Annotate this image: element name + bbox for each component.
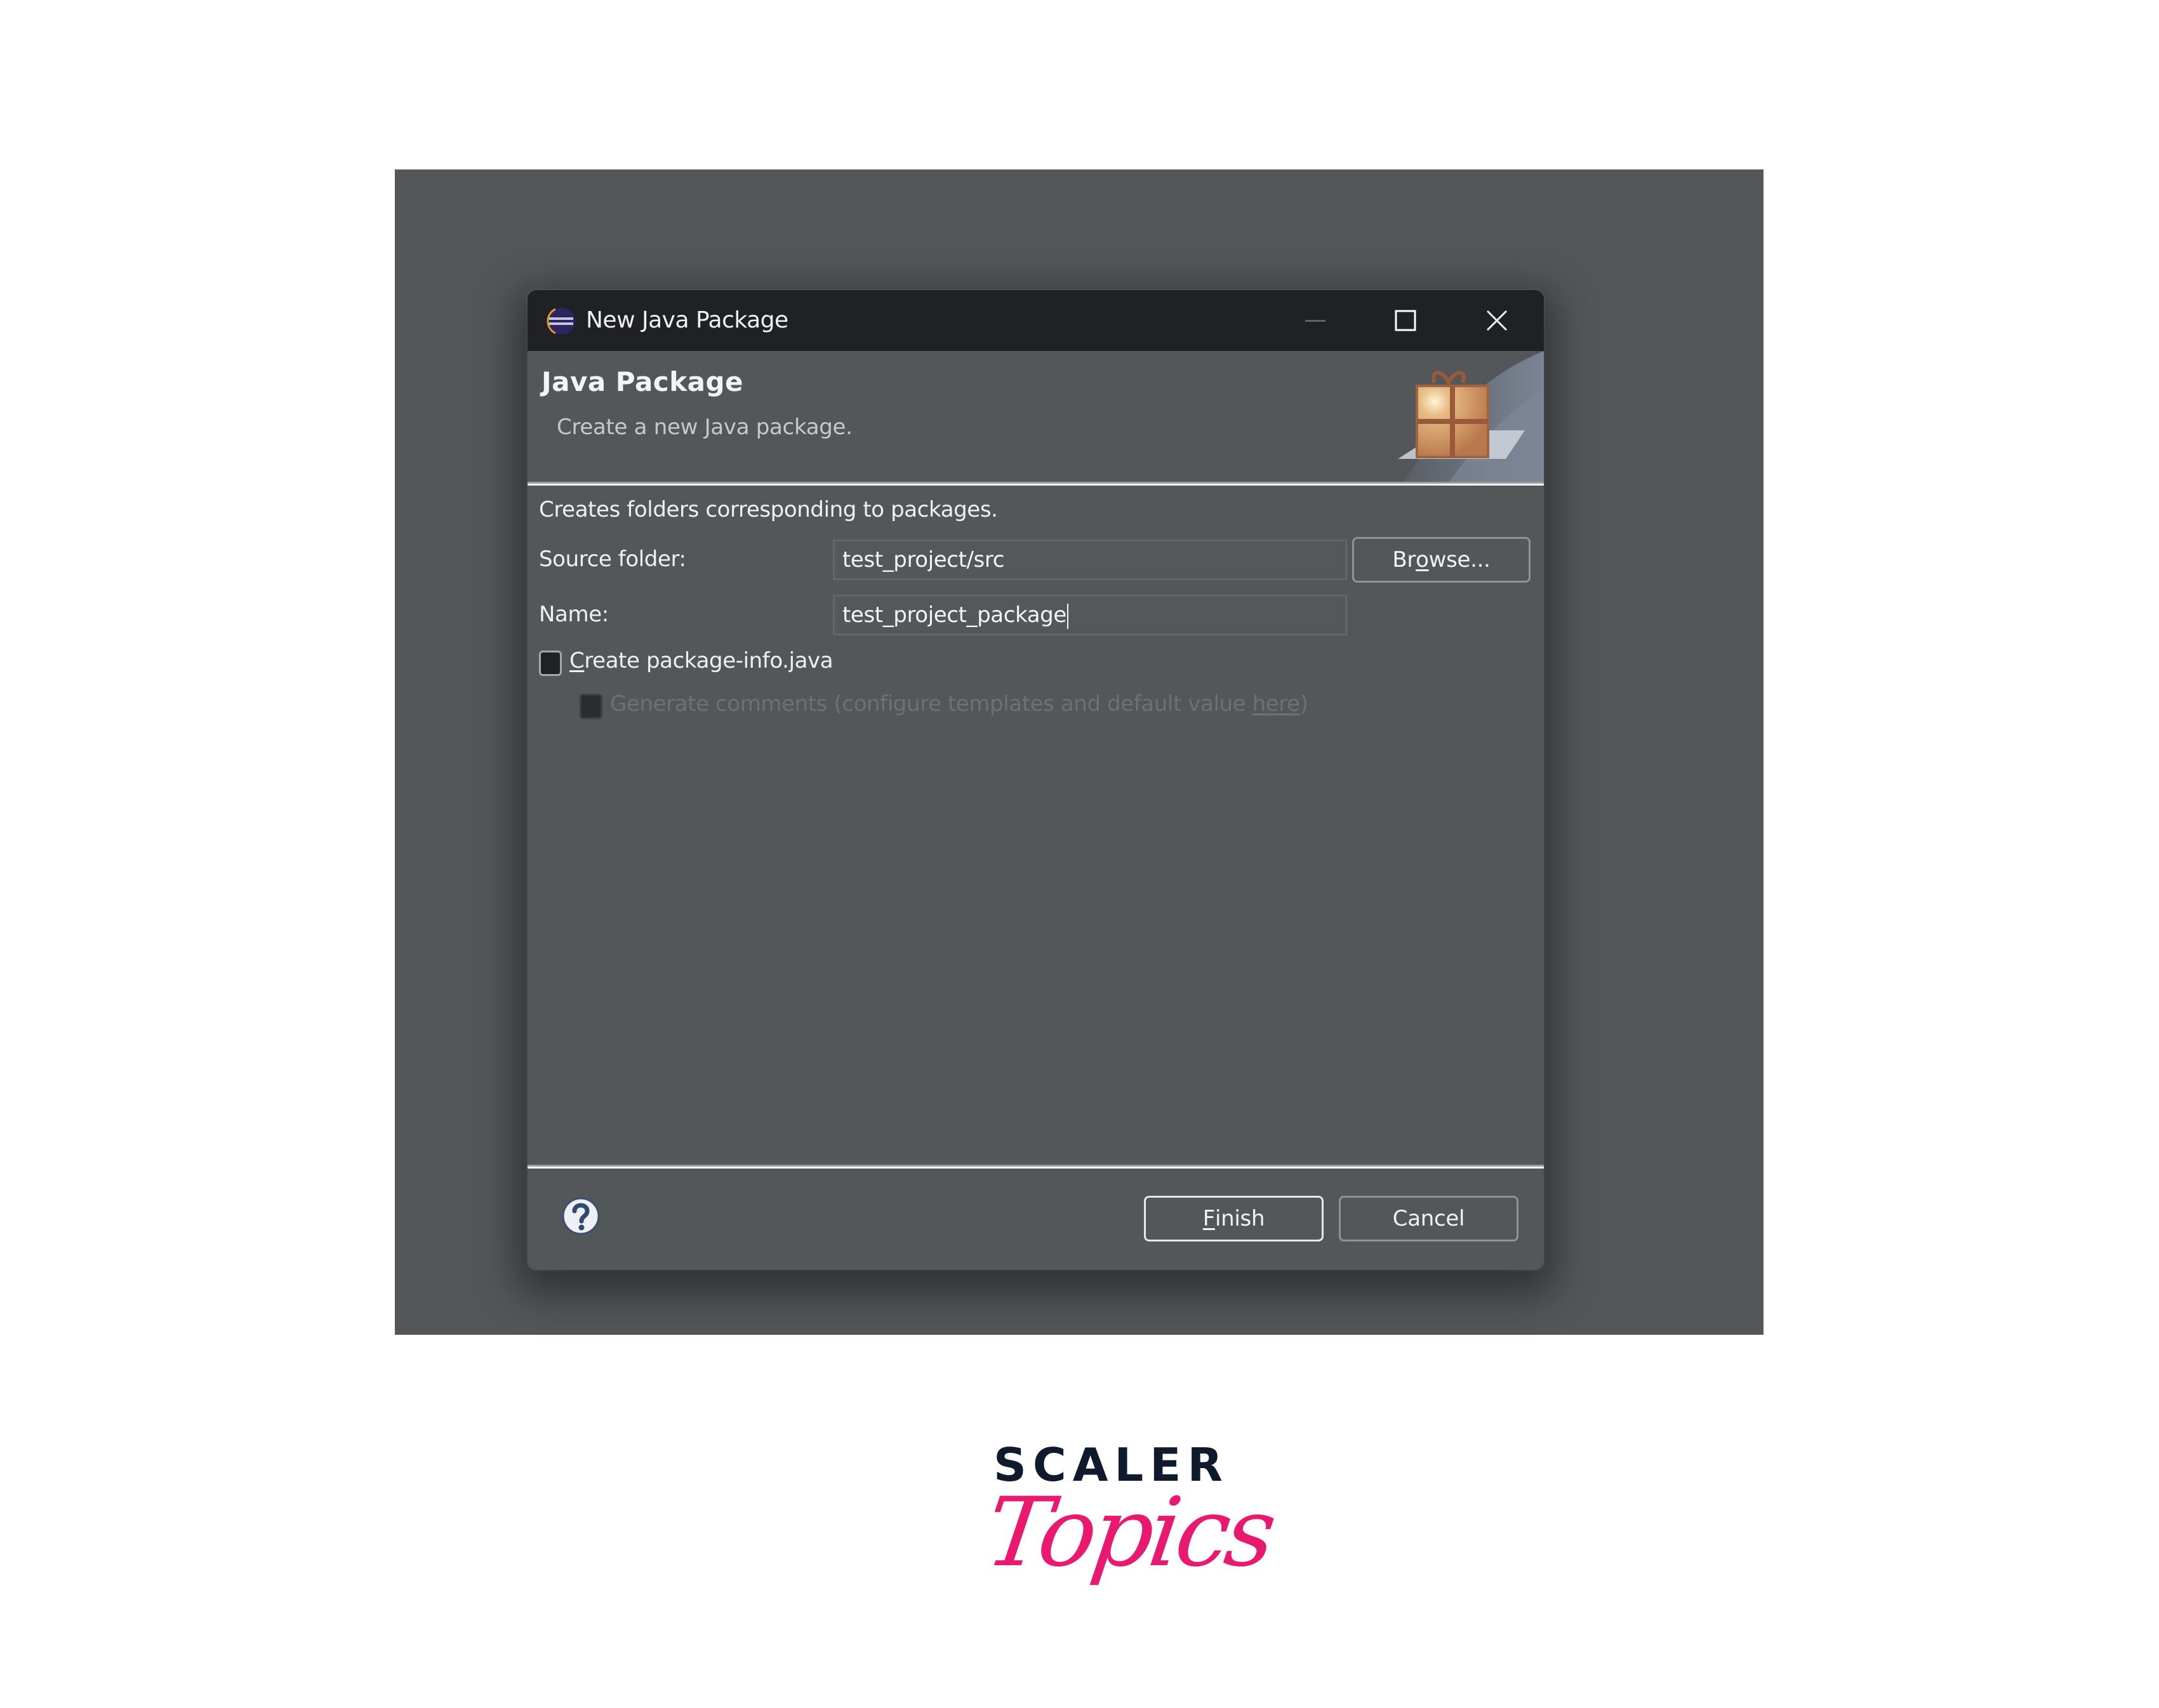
package-banner-icon — [1398, 351, 1544, 482]
cancel-button[interactable]: Cancel — [1339, 1196, 1518, 1241]
scaler-topics-logo: SCALER Topics — [980, 1440, 1279, 1598]
name-label: Name: — [539, 602, 609, 627]
create-package-info-label[interactable]: Create package-info.java — [569, 648, 834, 673]
create-package-info-checkbox[interactable] — [539, 651, 562, 676]
wizard-subtitle: Create a new Java package. — [557, 414, 853, 440]
help-icon[interactable] — [561, 1196, 601, 1236]
minimize-button[interactable] — [1280, 295, 1350, 346]
logo-topics-text: Topics — [979, 1478, 1279, 1588]
wizard-description: Creates folders corresponding to package… — [539, 497, 998, 522]
browse-label-part: Br — [1392, 547, 1416, 573]
configure-templates-link[interactable]: here — [1252, 691, 1300, 717]
eclipse-icon — [547, 308, 575, 334]
window-title: New Java Package — [586, 307, 788, 333]
maximize-icon — [1395, 310, 1416, 331]
close-button[interactable] — [1462, 295, 1532, 346]
generate-comments-text: Generate comments (configure templates a… — [610, 691, 1252, 717]
new-java-package-dialog: New Java Package Java Package Create a n… — [528, 290, 1544, 1270]
source-folder-input[interactable]: test_project/src — [833, 540, 1347, 580]
source-folder-label: Source folder: — [539, 546, 686, 572]
source-folder-value: test_project/src — [842, 547, 1004, 573]
create-label-mnemonic: C — [569, 648, 585, 673]
maximize-button[interactable] — [1371, 295, 1440, 346]
browse-label-mnemonic: o — [1416, 547, 1429, 573]
title-bar[interactable]: New Java Package — [528, 290, 1544, 351]
wizard-title: Java Package — [541, 366, 744, 397]
generate-comments-checkbox — [580, 694, 602, 719]
close-icon — [1486, 310, 1508, 331]
wizard-header: Java Package Create a new Java package. — [528, 351, 1544, 482]
package-name-input[interactable]: test_project_package — [833, 595, 1347, 635]
browse-label-part: wse... — [1428, 547, 1491, 573]
finish-label-mnemonic: F — [1202, 1206, 1216, 1231]
finish-label-text: inish — [1215, 1206, 1265, 1231]
generate-comments-label: Generate comments (configure templates a… — [610, 691, 1308, 717]
footer-separator — [528, 1165, 1544, 1168]
text-caret — [1066, 603, 1068, 629]
minimize-icon — [1305, 320, 1325, 322]
generate-comments-suffix: ) — [1299, 691, 1308, 717]
header-separator — [528, 482, 1544, 486]
create-label-text: reate package-info.java — [584, 648, 834, 673]
browse-button[interactable]: Br o wse... — [1352, 537, 1531, 583]
package-name-value: test_project_package — [842, 602, 1066, 628]
finish-button[interactable]: Finish — [1144, 1196, 1324, 1241]
